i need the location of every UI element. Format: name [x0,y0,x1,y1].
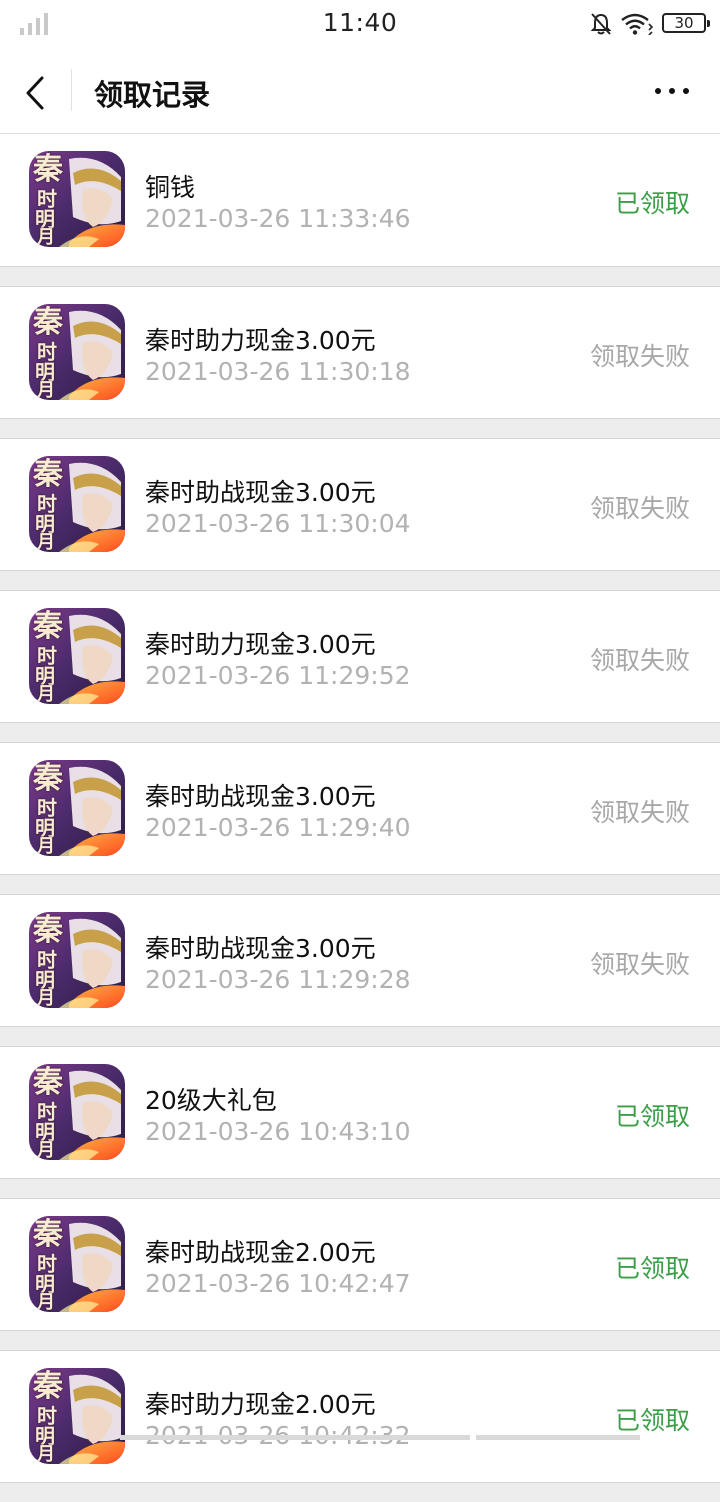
record-status: 领取失败 [589,798,690,827]
record-status: 已领取 [614,1406,690,1435]
nav-divider [71,69,72,111]
app-icon-glyph: 月 [37,836,55,856]
status-bar: 11:40 30 [0,0,720,52]
app-icon-glyph: 秦 [33,152,63,187]
app-icon-glyph: 明 [35,664,55,688]
app-icon-glyph: 秦 [33,457,63,492]
qinshi-mingyue-app-icon: 秦时明月 [29,912,125,1008]
record-row[interactable]: 秦时明月秦时助战现金3.00元 2021-03-26 11:29:40 领取失败 [0,742,720,875]
app-icon-glyph: 明 [35,1272,55,1296]
app-icon-glyph: 月 [37,1140,55,1160]
record-time: 2021-03-26 11:30:04 [145,509,411,538]
app-icon-glyph: 月 [37,684,55,704]
status-time: 11:40 [322,8,398,37]
battery-icon: 30 [662,13,710,33]
record-time: 2021-03-26 10:43:10 [145,1117,411,1146]
app-icon-glyph: 时 [37,1404,57,1428]
app-icon-glyph: 明 [35,360,55,384]
app-icon-glyph: 秦 [33,1369,63,1404]
qinshi-mingyue-app-icon: 秦时明月 [29,1368,125,1464]
qinshi-mingyue-app-icon: 秦时明月 [29,1064,125,1160]
record-row[interactable]: 秦时明月铜钱 2021-03-26 11:33:46 已领取 [0,134,720,267]
record-time: 2021-03-26 11:29:28 [145,965,411,994]
qinshi-mingyue-app-icon: 秦时明月 [29,456,125,552]
record-row[interactable]: 秦时明月 20级大礼包 2021-03-26 10:43:10 已领取 [0,1046,720,1179]
record-time: 2021-03-26 10:42:47 [145,1269,411,1298]
app-icon-glyph: 月 [37,380,55,400]
app-icon-glyph: 秦 [33,305,63,340]
record-row[interactable]: 秦时明月秦时助战现金2.00元 2021-03-26 10:42:47 已领取 [0,1198,720,1331]
record-title: 铜钱 [145,173,196,202]
app-icon-glyph: 明 [35,1424,55,1448]
app-icon-glyph: 月 [37,1292,55,1312]
app-icon-glyph: 时 [37,796,57,820]
record-status: 已领取 [614,189,690,218]
app-icon-glyph: 时 [37,1252,57,1276]
record-status: 已领取 [614,1102,690,1131]
app-icon-glyph: 秦 [33,913,63,948]
record-time: 2021-03-26 11:33:46 [145,204,411,233]
nav-bar: 领取记录 [0,52,720,134]
app-icon-glyph: 月 [37,988,55,1008]
qinshi-mingyue-app-icon: 秦时明月 [29,1216,125,1312]
record-status: 领取失败 [589,494,690,523]
qinshi-mingyue-app-icon: 秦时明月 [29,151,125,247]
app-icon-glyph: 时 [37,492,57,516]
record-title: 秦时助力现金2.00元 [145,1390,376,1419]
home-indicator [120,1435,640,1440]
record-time: 2021-03-26 11:29:52 [145,661,411,690]
page-title: 领取记录 [94,78,211,112]
app-icon-glyph: 秦 [33,761,63,796]
record-title: 秦时助战现金3.00元 [145,478,376,507]
app-icon-glyph: 月 [37,1444,55,1464]
qinshi-mingyue-app-icon: 秦时明月 [29,608,125,704]
app-icon-glyph: 时 [37,1100,57,1124]
app-icon-glyph: 明 [35,968,55,992]
app-icon-glyph: 明 [35,207,55,231]
app-icon-glyph: 时 [37,340,57,364]
record-row[interactable]: 秦时明月秦时助力现金3.00元 2021-03-26 11:29:52 领取失败 [0,590,720,723]
record-row[interactable]: 秦时明月秦时助战现金3.00元 2021-03-26 11:29:28 领取失败 [0,894,720,1027]
app-icon-glyph: 时 [37,948,57,972]
more-dots-icon[interactable] [654,86,690,96]
app-icon-glyph: 秦 [33,1065,63,1100]
record-list: 秦时明月铜钱 2021-03-26 11:33:46 已领取秦时明月秦时助力现金3.… [0,134,720,1502]
app-icon-glyph: 秦 [33,609,63,644]
qinshi-mingyue-app-icon: 秦时明月 [29,760,125,856]
bell-off-icon [590,13,612,35]
record-time: 2021-03-26 11:29:40 [145,813,411,842]
chevron-left-icon[interactable] [18,72,54,114]
record-row[interactable]: 秦时明月秦时助力现金3.00元 2021-03-26 11:30:18 领取失败 [0,286,720,419]
app-icon-glyph: 明 [35,816,55,840]
record-title: 秦时助战现金3.00元 [145,934,376,963]
app-icon-glyph: 月 [37,227,55,247]
app-icon-glyph: 时 [37,644,57,668]
app-icon-glyph: 时 [37,187,57,211]
record-title: 秦时助力现金3.00元 [145,326,376,355]
app-icon-glyph: 月 [37,532,55,552]
record-title: 秦时助战现金3.00元 [145,782,376,811]
record-row[interactable]: 秦时明月秦时助战现金3.00元 2021-03-26 11:30:04 领取失败 [0,438,720,571]
app-icon-glyph: 秦 [33,1217,63,1252]
record-title: 秦时助力现金3.00元 [145,630,376,659]
record-status: 已领取 [614,1254,690,1283]
record-row[interactable]: 秦时明月秦时助力现金2.00元2021-03-26 10:42:32已领取 [0,1350,720,1483]
record-status: 领取失败 [589,950,690,979]
record-time: 2021-03-26 11:30:18 [145,357,411,386]
wifi-icon [621,13,654,35]
record-title: 秦时助战现金2.00元 [145,1238,376,1267]
app-icon-glyph: 明 [35,1120,55,1144]
record-status: 领取失败 [589,646,690,675]
qinshi-mingyue-app-icon: 秦时明月 [29,304,125,400]
record-status: 领取失败 [589,342,690,371]
record-title: 20级大礼包 [145,1086,277,1115]
app-icon-glyph: 明 [35,512,55,536]
